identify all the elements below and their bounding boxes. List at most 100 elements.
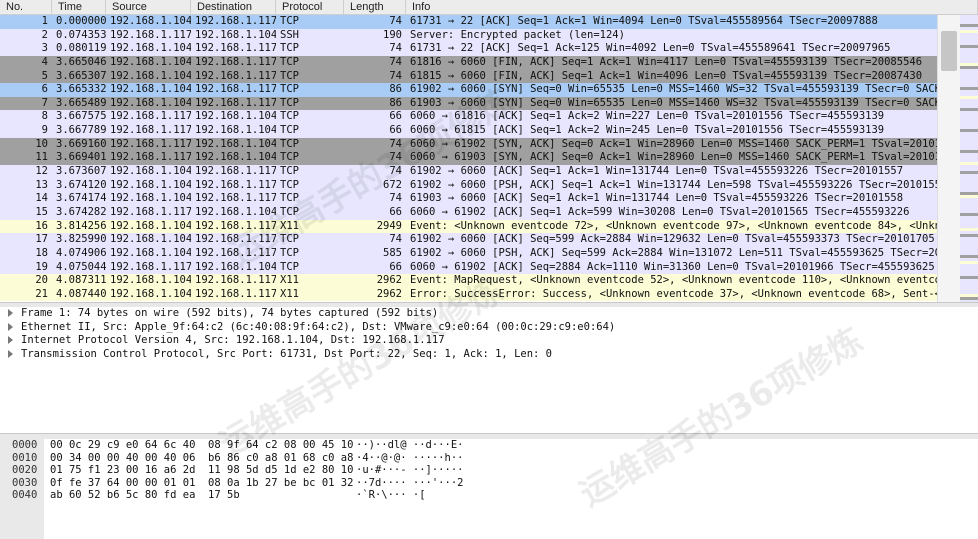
cell-time: 3.674174 (56, 192, 106, 205)
packet-row[interactable]: 14 3.674174 192.168.1.104 192.168.1.117 TCP 7… (0, 192, 938, 206)
detail-tree-item[interactable]: Ethernet II, Src: Apple_9f:64:c2 (6c:40:… (0, 321, 978, 335)
cell-source: 192.168.1.117 (110, 110, 191, 123)
cell-protocol: TCP (280, 110, 299, 123)
packet-row[interactable]: 20 4.087311 192.168.1.104 192.168.1.117 X11 2… (0, 274, 938, 288)
cell-no: 21 (35, 287, 48, 300)
packet-list-scrollbar[interactable] (937, 15, 960, 302)
cell-destination: 192.168.1.117 (195, 96, 276, 109)
packet-row[interactable]: 5 3.665307 192.168.1.104 192.168.1.117 TCP 74… (0, 69, 938, 84)
hex-row[interactable]: 0010 00 34 00 00 40 00 40 06 b6 86 c0 a8 … (0, 451, 978, 464)
cell-destination: 192.168.1.104 (195, 28, 276, 41)
cell-no: 11 (35, 151, 48, 164)
expand-triangle-icon[interactable] (8, 349, 13, 358)
cell-no: 7 (41, 96, 48, 109)
cell-protocol: TCP (280, 124, 299, 137)
packet-row[interactable]: 17 3.825990 192.168.1.104 192.168.1.117 TCP 7… (0, 233, 938, 247)
packet-row[interactable]: 12 3.673607 192.168.1.104 192.168.1.117 TCP 7… (0, 165, 938, 179)
column-header-info[interactable]: Info (406, 0, 978, 14)
packet-row[interactable]: 10 3.669160 192.168.1.117 192.168.1.104 TCP 7… (0, 137, 938, 152)
cell-info: 6060 → 61815 [ACK] Seq=1 Ack=2 Win=245 L… (410, 124, 885, 137)
packet-row[interactable]: 9 3.667789 192.168.1.117 192.168.1.104 TCP 66… (0, 124, 938, 138)
detail-tree-item[interactable]: Frame 1: 74 bytes on wire (592 bits), 74… (0, 307, 978, 321)
expand-triangle-icon[interactable] (8, 309, 13, 317)
hex-row[interactable]: 0030 0f fe 37 64 00 00 01 01 08 0a 1b 27 … (0, 476, 978, 489)
expand-triangle-icon[interactable] (8, 322, 13, 331)
column-header-protocol[interactable]: Protocol (276, 0, 344, 14)
cell-length: 672 (383, 178, 402, 191)
hex-bytes: 00 34 00 00 40 00 40 06 b6 86 c0 a8 01 6… (50, 451, 354, 464)
cell-no: 15 (35, 205, 48, 218)
detail-tree-item[interactable]: Internet Protocol Version 4, Src: 192.16… (0, 334, 978, 348)
packet-row[interactable]: 15 3.674282 192.168.1.117 192.168.1.104 TCP 6… (0, 205, 938, 220)
cell-time: 3.674120 (56, 178, 106, 191)
cell-no: 5 (41, 69, 48, 82)
packet-row[interactable]: 8 3.667575 192.168.1.117 192.168.1.104 TCP 66… (0, 110, 938, 125)
cell-info: 6060 → 61902 [ACK] Seq=1 Ack=599 Win=302… (410, 205, 910, 218)
cell-source: 192.168.1.104 (110, 55, 191, 68)
hex-bytes: ab 60 52 b6 5c 80 fd ea 17 5b (50, 489, 240, 501)
scrollbar-thumb[interactable] (941, 31, 957, 71)
expand-triangle-icon[interactable] (8, 336, 13, 345)
hex-ascii: ·4··@·@· ·····h·· (356, 451, 464, 464)
cell-time: 3.667575 (56, 110, 106, 123)
column-header-no[interactable]: No. (0, 0, 52, 14)
column-header-source[interactable]: Source (106, 0, 191, 14)
cell-info: 61902 → 6060 [ACK] Seq=1 Ack=1 Win=13174… (410, 165, 904, 178)
packet-list-pane: No. Time Source Destination Protocol Len… (0, 0, 978, 302)
packet-row[interactable]: 13 3.674120 192.168.1.104 192.168.1.117 TCP 6… (0, 178, 938, 193)
packet-row[interactable]: 4 3.665046 192.168.1.104 192.168.1.117 TCP 74… (0, 55, 938, 70)
cell-destination: 192.168.1.117 (195, 287, 276, 300)
cell-destination: 192.168.1.117 (195, 219, 276, 232)
hex-row[interactable]: 0020 01 75 f1 23 00 16 a6 2d 11 98 5d d5 … (0, 464, 978, 477)
cell-info: 6060 → 61902 [SYN, ACK] Seq=0 Ack=1 Win=… (410, 137, 938, 150)
cell-source: 192.168.1.104 (110, 219, 191, 232)
cell-time: 3.665046 (56, 55, 106, 68)
cell-length: 74 (389, 55, 402, 68)
detail-tree-item[interactable]: Transmission Control Protocol, Src Port:… (0, 348, 978, 362)
packet-row[interactable]: 11 3.669401 192.168.1.117 192.168.1.104 TCP 7… (0, 151, 938, 166)
cell-info: Event: MapRequest, <Unknown eventcode 52… (410, 274, 938, 287)
hex-row[interactable]: 0000 00 0c 29 c9 e0 64 6c 40 08 9f 64 c2 … (0, 439, 978, 452)
cell-no: 9 (41, 124, 48, 137)
cell-no: 3 (41, 42, 48, 55)
column-header-time[interactable]: Time (52, 0, 106, 14)
column-header-destination[interactable]: Destination (191, 0, 276, 14)
cell-time: 0.000000 (56, 15, 106, 27)
packet-rows: 1 0.000000 192.168.1.104 192.168.1.117 TCP 74… (0, 15, 938, 302)
packet-row[interactable]: 16 3.814256 192.168.1.104 192.168.1.117 X11 2… (0, 219, 938, 234)
cell-destination: 192.168.1.117 (195, 15, 276, 27)
packet-minimap[interactable] (960, 15, 978, 302)
cell-length: 86 (389, 83, 402, 96)
cell-protocol: TCP (280, 83, 299, 96)
cell-protocol: SSH (280, 28, 299, 41)
hex-row[interactable]: 0040 ab 60 52 b6 5c 80 fd ea 17 5b ·`R·\··… (0, 489, 978, 502)
packet-row[interactable]: 2 0.074353 192.168.1.117 192.168.1.104 SSH 19… (0, 28, 938, 43)
cell-info: Server: Encrypted packet (len=124) (410, 28, 625, 41)
cell-length: 2962 (376, 274, 402, 287)
packet-row[interactable]: 19 4.075044 192.168.1.117 192.168.1.104 TCP 6… (0, 260, 938, 275)
packet-row[interactable]: 1 0.000000 192.168.1.104 192.168.1.117 TCP 74… (0, 15, 938, 29)
cell-time: 3.665307 (56, 69, 106, 82)
packet-row[interactable]: 18 4.074906 192.168.1.104 192.168.1.117 TCP 5… (0, 246, 938, 261)
detail-tree-label: Frame 1: 74 bytes on wire (592 bits), 74… (21, 307, 439, 319)
cell-source: 192.168.1.104 (110, 165, 191, 178)
cell-protocol: TCP (280, 42, 299, 55)
cell-time: 3.669160 (56, 137, 106, 150)
hex-offset: 0030 (0, 476, 44, 489)
packet-details-pane: Frame 1: 74 bytes on wire (592 bits), 74… (0, 307, 978, 433)
cell-info: 61903 → 6060 [ACK] Seq=1 Ack=1 Win=13174… (410, 192, 904, 205)
packet-row[interactable]: 6 3.665332 192.168.1.104 192.168.1.117 TCP 86… (0, 83, 938, 97)
column-header-length[interactable]: Length (344, 0, 406, 14)
cell-source: 192.168.1.104 (110, 178, 191, 191)
packet-row[interactable]: 7 3.665489 192.168.1.104 192.168.1.117 TCP 86… (0, 96, 938, 111)
hex-ascii: ·`R·\··· ·[ (356, 489, 426, 501)
packet-row[interactable]: 3 0.080119 192.168.1.104 192.168.1.117 TCP 74… (0, 42, 938, 56)
cell-source: 192.168.1.104 (110, 246, 191, 259)
cell-destination: 192.168.1.117 (195, 165, 276, 178)
cell-source: 192.168.1.104 (110, 287, 191, 300)
packet-row[interactable]: 21 4.087440 192.168.1.104 192.168.1.117 X11 2… (0, 287, 938, 302)
cell-source: 192.168.1.117 (110, 205, 191, 218)
cell-no: 4 (41, 55, 48, 68)
cell-protocol: TCP (280, 246, 299, 259)
cell-source: 192.168.1.104 (110, 69, 191, 82)
